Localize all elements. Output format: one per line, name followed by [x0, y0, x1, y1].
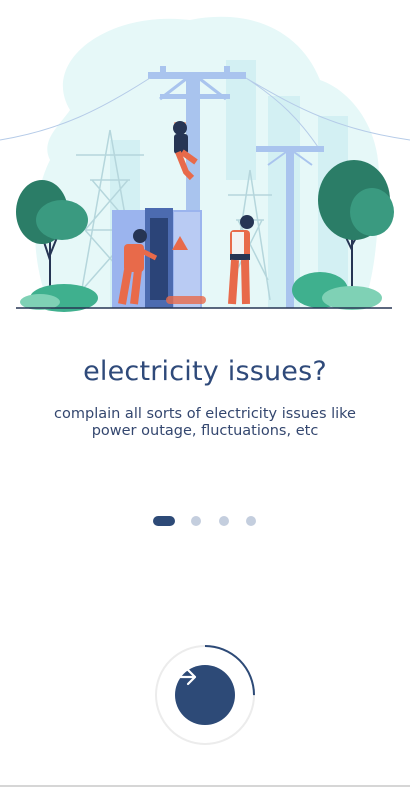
arrow-right-icon [176, 668, 197, 686]
hero-illustration [0, 0, 410, 320]
page-dot [246, 516, 256, 526]
page-dot-active [153, 516, 175, 526]
page-dot [219, 516, 229, 526]
page-indicator [0, 515, 410, 527]
page-dot [191, 516, 201, 526]
onboarding-description: complain all sorts of electricity issues… [54, 406, 356, 439]
next-button[interactable] [175, 665, 235, 725]
next-button-container [155, 645, 255, 745]
onboarding-title: electricity issues? [83, 356, 327, 387]
